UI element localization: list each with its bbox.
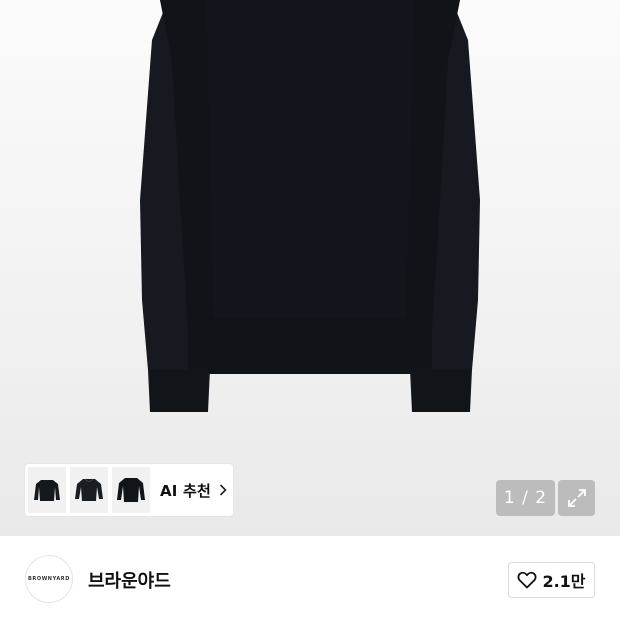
like-button[interactable]: 2.1만 <box>508 562 595 598</box>
sweater-thumb-icon <box>75 478 103 501</box>
image-pager: 1 / 2 <box>496 480 555 516</box>
recommend-thumbnail[interactable] <box>28 467 66 513</box>
sweater-thumb-icon <box>117 478 145 502</box>
chevron-right-icon <box>219 484 227 496</box>
brand-logo[interactable]: BROWNYARD <box>25 555 73 603</box>
product-image[interactable] <box>0 0 620 536</box>
like-count: 2.1만 <box>542 572 586 591</box>
sweater-thumb-icon <box>34 480 60 501</box>
ai-recommend-label: AI 추천 <box>160 481 212 500</box>
ai-recommend-card[interactable]: AI 추천 <box>25 464 233 516</box>
brand-logo-text: BROWNYARD <box>27 576 71 582</box>
expand-icon <box>567 489 586 507</box>
brand-name[interactable]: 브라운야드 <box>88 567 171 593</box>
brand-bar: BROWNYARD 브라운야드 2.1만 <box>0 536 620 620</box>
sweater-illustration <box>140 0 480 412</box>
expand-button[interactable] <box>558 480 595 516</box>
heart-icon <box>517 571 537 589</box>
recommend-thumbnail[interactable] <box>70 467 108 513</box>
recommend-thumbnail[interactable] <box>112 467 150 513</box>
